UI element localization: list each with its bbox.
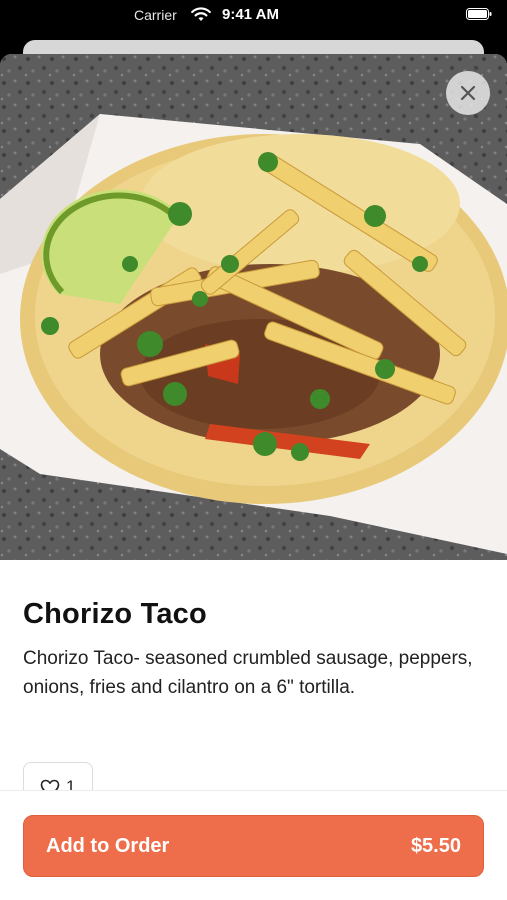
close-button[interactable] [446,71,490,115]
battery-icon [466,8,492,20]
wifi-icon [191,7,211,21]
status-time: 9:41 AM [222,6,279,23]
add-to-order-label: Add to Order [46,835,170,857]
close-icon [460,85,476,101]
item-description: Chorizo Taco- seasoned crumbled sausage,… [23,648,473,698]
item-photo [0,54,507,560]
status-bar: Carrier 9:41 AM [0,0,507,32]
add-to-order-button[interactable]: Add to Order $5.50 [23,815,484,877]
item-detail-sheet: Chorizo Taco Chorizo Taco- seasoned crum… [0,54,507,900]
taco-illustration [0,54,507,560]
carrier-label: Carrier [134,7,177,23]
order-footer: Add to Order $5.50 [0,790,507,900]
item-title: Chorizo Taco [23,598,207,630]
order-price: $5.50 [410,835,461,857]
